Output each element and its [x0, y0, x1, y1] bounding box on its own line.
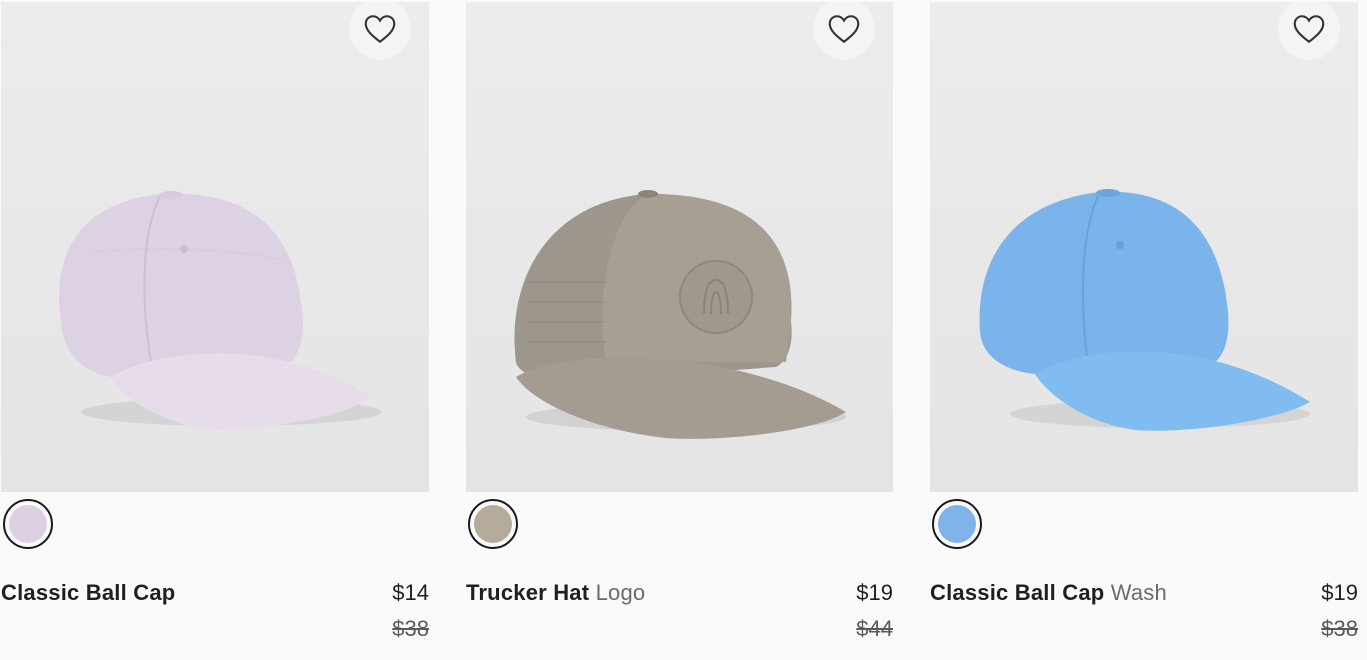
product-name[interactable]: Trucker Hat: [466, 580, 589, 605]
color-swatch[interactable]: [468, 499, 518, 549]
product-card[interactable]: Classic Ball Cap $14 $38: [1, 0, 429, 660]
color-swatch[interactable]: [932, 499, 982, 549]
product-subtitle[interactable]: Logo: [596, 580, 646, 605]
current-price: $19: [1321, 580, 1358, 605]
product-title[interactable]: Classic Ball Cap: [1, 580, 175, 606]
cap-image: [979, 189, 1310, 431]
cap-image: [514, 190, 846, 439]
cap-image: [59, 191, 381, 430]
heart-outline-icon: [828, 15, 860, 44]
original-price: $38: [392, 616, 429, 641]
product-image[interactable]: [466, 2, 893, 492]
product-card[interactable]: Classic Ball Cap Wash $19 $38: [930, 0, 1358, 660]
product-image[interactable]: [930, 2, 1358, 492]
swatch-color: [474, 505, 512, 543]
heart-outline-icon: [364, 15, 396, 44]
product-grid: Classic Ball Cap $14 $38 Trucker Hat Log…: [0, 0, 1367, 660]
color-swatch[interactable]: [3, 499, 53, 549]
product-image[interactable]: [1, 2, 429, 492]
product-title[interactable]: Trucker Hat Logo: [466, 580, 645, 606]
swatch-color: [9, 505, 47, 543]
product-subtitle[interactable]: Wash: [1111, 580, 1167, 605]
heart-outline-icon: [1293, 15, 1325, 44]
product-name[interactable]: Classic Ball Cap: [1, 580, 175, 605]
current-price: $14: [392, 580, 429, 605]
current-price: $19: [856, 580, 893, 605]
product-title[interactable]: Classic Ball Cap Wash: [930, 580, 1167, 606]
product-card[interactable]: Trucker Hat Logo $19 $44: [466, 0, 893, 660]
original-price: $44: [856, 616, 893, 641]
swatch-color: [938, 505, 976, 543]
original-price: $38: [1321, 616, 1358, 641]
product-name[interactable]: Classic Ball Cap: [930, 580, 1104, 605]
